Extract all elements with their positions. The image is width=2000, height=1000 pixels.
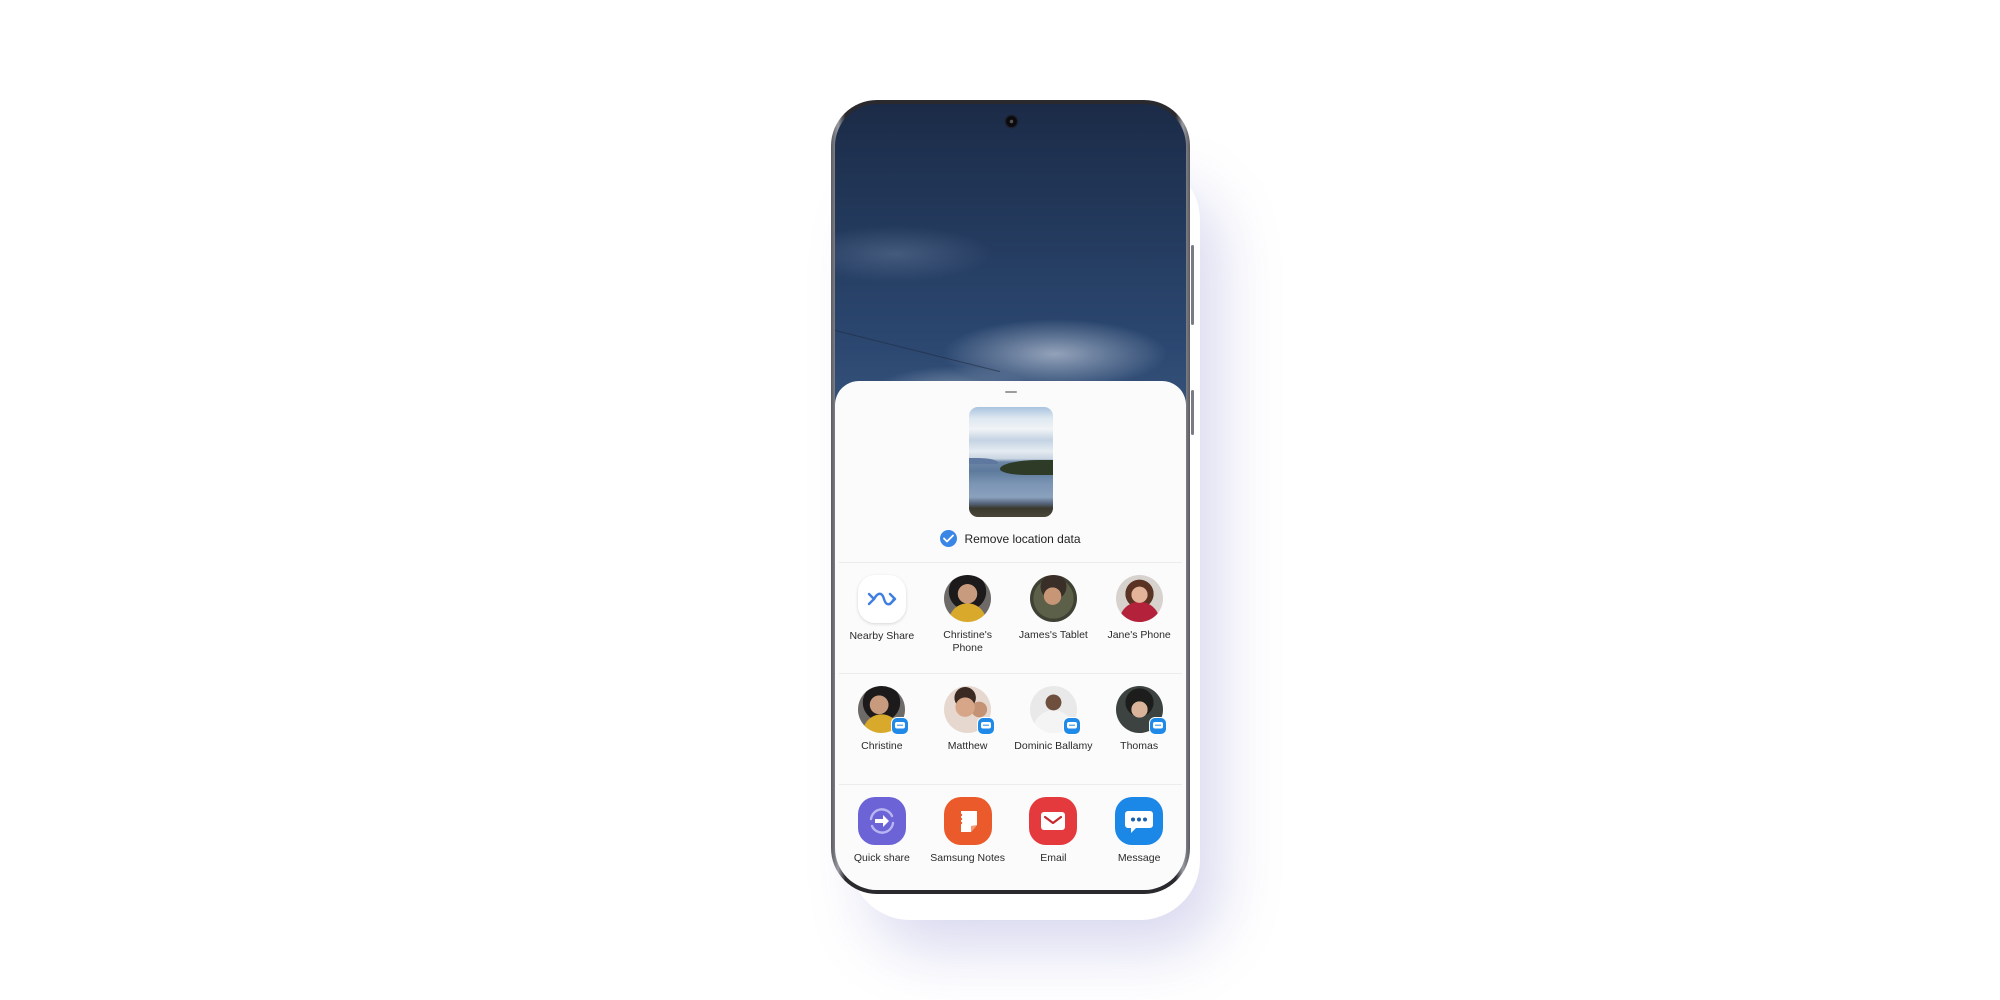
app-samsung-notes[interactable]: Samsung Notes [925,797,1011,865]
thumb-distant-hill [968,457,998,465]
nearby-share-icon [857,575,906,623]
matthew-avatar [944,686,996,735]
phone-frame: Remove location data Nearby Share Christ… [831,100,1190,894]
contact-label: Dominic Ballamy [1014,740,1093,752]
contacts-row: Christine Matthew Dominic Ballamy Thomas [835,686,1186,753]
drag-handle[interactable] [1004,391,1017,393]
nearby-share-button[interactable]: Nearby Share [839,575,925,655]
app-label: Quick share [853,852,910,864]
app-quick-share[interactable]: Quick share [839,797,925,865]
divider [839,784,1182,785]
wallpaper-powerline [835,330,1001,373]
app-label: Message [1117,852,1161,864]
phone-screen: Remove location data Nearby Share Christ… [835,104,1186,890]
contact-label: Thomas [1120,740,1159,752]
power-button [1191,390,1194,435]
device-christines-phone[interactable]: Christine's Phone [925,575,1011,655]
remove-location-toggle[interactable]: Remove location data [835,530,1186,547]
jane-avatar [1115,575,1163,622]
front-camera [1005,116,1017,127]
contact-thomas[interactable]: Thomas [1096,686,1182,753]
apps-row: Quick share Samsung Notes Email Message [835,797,1186,865]
nearby-devices-row: Nearby Share Christine's Phone James's T… [835,575,1186,655]
message-badge-icon [891,717,910,735]
app-email[interactable]: Email [1011,797,1097,865]
contact-christine[interactable]: Christine [839,686,925,753]
contact-label: Matthew [947,740,988,752]
remove-location-label: Remove location data [964,531,1081,546]
message-badge-icon [1062,717,1081,735]
app-label: Email [1040,852,1067,864]
message-badge-icon [1148,717,1167,735]
dominic-avatar [1029,686,1081,735]
christine-avatar [858,686,910,735]
device-james-tablet[interactable]: James's Tablet [1011,575,1097,655]
samsung-notes-icon [943,797,992,845]
app-label: Samsung Notes [930,852,1005,864]
nearby-share-label: Nearby Share [849,630,915,642]
shared-image-thumbnail[interactable] [968,407,1053,517]
checkbox-checked-icon[interactable] [940,530,958,547]
email-icon [1029,797,1078,845]
volume-button [1191,245,1194,325]
device-label: James's Tablet [1018,629,1088,641]
james-avatar [1029,575,1077,622]
device-janes-phone[interactable]: Jane's Phone [1096,575,1182,655]
app-message[interactable]: Message [1096,797,1182,865]
thumb-hill [1000,459,1053,476]
message-icon [1115,797,1164,845]
contact-matthew[interactable]: Matthew [925,686,1011,753]
quick-share-icon [857,797,906,845]
divider [839,562,1182,563]
divider [839,673,1182,674]
device-label: Christine's Phone [943,629,992,654]
message-badge-icon [977,717,996,735]
thomas-avatar [1115,686,1167,735]
contact-dominic-ballamy[interactable]: Dominic Ballamy [1011,686,1097,753]
device-label: Jane's Phone [1107,629,1171,641]
share-sheet: Remove location data Nearby Share Christ… [835,381,1186,890]
contact-label: Christine [861,740,903,752]
christine-avatar [944,575,992,622]
